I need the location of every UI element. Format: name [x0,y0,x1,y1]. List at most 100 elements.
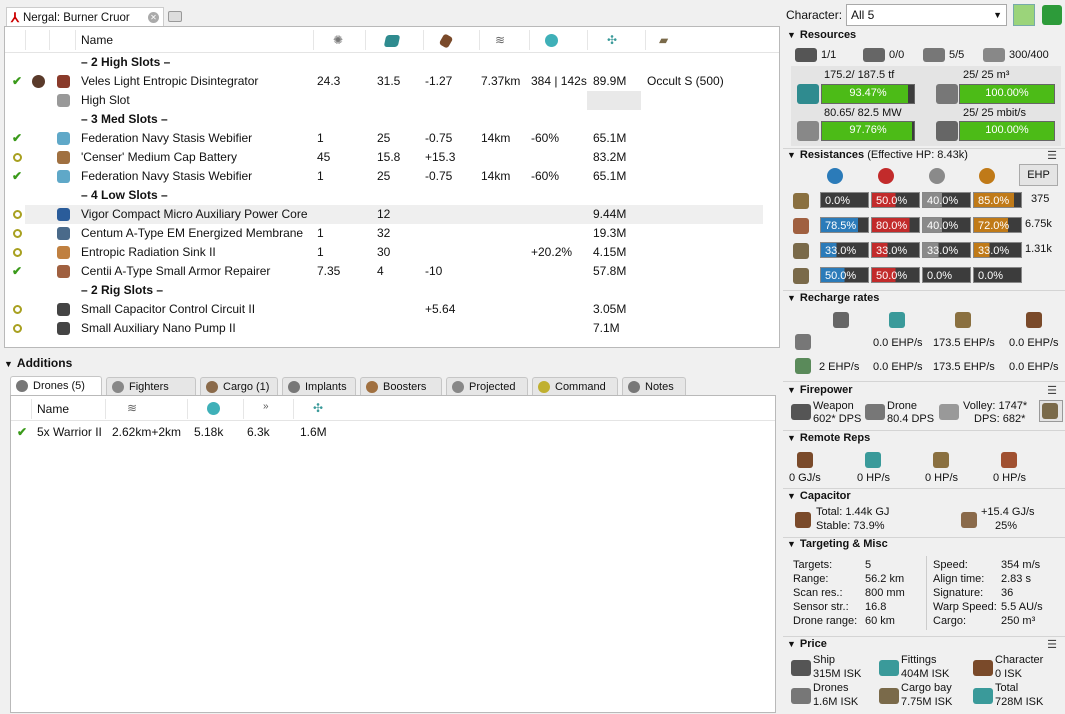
module-stat-a: 1 [317,245,324,259]
skills-book-icon[interactable] [1042,5,1062,25]
module-stat-f: 89.9M [593,74,627,88]
active-check-icon[interactable]: ✔ [12,72,22,91]
fighters-icon [112,381,124,393]
slot-group-label: – 2 Rig Slots – [81,283,164,297]
cpu-percent: 93.47% [849,87,887,99]
drone-velocity-column-icon[interactable]: » [263,401,269,412]
firepower-header[interactable]: ▼ Firepower [787,384,853,396]
resources-header[interactable]: ▼ Resources [787,29,856,41]
resist-cell: 0.0% [973,267,1022,283]
reinforced-hull-rate: 173.5 EHP/s [933,337,995,349]
price-label: Ship [813,654,836,666]
drone-price-column-icon[interactable]: ✣ [313,401,323,415]
additions-tab-fighters[interactable]: Fighters [106,377,196,396]
collapse-arrow-icon: ▼ [4,359,13,369]
duration-column-icon[interactable] [545,27,558,53]
drone-name: 5x Warrior II [37,425,102,439]
stats-pane: Character: All 5 ▼ ▼ Resources 1/1 0/0 5/… [783,0,1065,714]
drone-range-column-icon[interactable]: ≋ [127,401,137,415]
firepower-menu-icon[interactable]: ☰ [1047,384,1057,397]
additions-header[interactable]: ▼ Additions [4,356,72,370]
module-row[interactable]: Small Capacitor Control Circuit II +5.64 3… [5,300,779,319]
price-menu-icon[interactable]: ☰ [1047,638,1057,651]
projected-icon [452,381,464,393]
capacitor-stable: Stable: 73.9% [816,520,885,532]
online-state-icon[interactable] [13,243,22,263]
damage-pattern-button[interactable] [1039,400,1063,422]
active-check-icon[interactable]: ✔ [12,262,22,281]
drone-row[interactable]: ✔ 5x Warrior II 2.62km+2km 5.18k 6.3k 1.… [11,423,775,442]
drone-bay-capacity: 300/400 [983,48,1049,62]
price-value: 0 ISK [995,668,1022,680]
remote-shield-value: 0 HP/s [857,472,891,484]
shield-boost-icon [833,312,849,328]
new-tab-icon[interactable] [168,11,182,22]
capacitor-column-icon[interactable] [438,27,454,53]
module-row[interactable]: ✔ Federation Navy Stasis Webifier 1 25 -0.75… [5,129,779,148]
resist-cell: 33.0% [871,242,920,258]
active-check-icon[interactable]: ✔ [12,129,22,148]
module-row[interactable]: ✔ Centii A-Type Small Armor Repairer 7.35 4… [5,262,779,281]
remote-reps-header[interactable]: ▼ Remote Reps [787,432,870,444]
active-check-icon[interactable]: ✔ [17,423,27,442]
capacitor-total: Total: 1.44k GJ [816,506,890,518]
firepower-title: Firepower [799,384,853,396]
refresh-character-icon[interactable] [1013,4,1035,26]
additions-tab-projected[interactable]: Projected [446,377,528,396]
drone-bay-volume-percent: 100.00% [985,87,1029,99]
ammo-column-icon[interactable]: ▰ [659,27,668,53]
additions-tab-drones[interactable]: Drones (5) [10,376,102,396]
module-row[interactable]: 'Censer' Medium Cap Battery 45 15.8 +15.3 83… [5,148,779,167]
online-state-icon[interactable] [13,148,22,168]
module-row[interactable]: Centum A-Type EM Energized Membrane 1 32 19… [5,224,779,243]
ehp-toggle-button[interactable]: EHP [1019,164,1058,186]
targeting-label: Sensor str.: [793,601,849,613]
fit-tab[interactable]: ⅄ Nergal: Burner Cruor ✕ [6,7,164,27]
online-state-icon[interactable] [13,205,22,225]
character-select[interactable]: All 5 ▼ [846,4,1007,26]
additions-tab-implants[interactable]: Implants [282,377,356,396]
recharge-rates-header[interactable]: ▼ Recharge rates [787,292,879,304]
active-check-icon[interactable]: ✔ [12,167,22,186]
column-name-header[interactable]: Name [81,27,113,53]
kinetic-damage-icon [929,168,945,184]
capacitor-header[interactable]: ▼ Capacitor [787,490,851,502]
additions-tab-boosters[interactable]: Boosters [360,377,442,396]
online-state-icon[interactable] [13,319,22,339]
module-row[interactable]: ✔ Veles Light Entropic Disintegrator 24.3 3… [5,72,779,91]
module-name: Vigor Compact Micro Auxiliary Power Core [81,207,308,221]
module-row[interactable]: Entropic Radiation Sink II 1 30 +20.2% 4.15M [5,243,779,262]
module-row[interactable]: Small Auxiliary Nano Pump II 7.1M [5,319,779,338]
drone-speed-column-icon[interactable] [207,401,220,416]
damage-profile-icon [793,268,809,284]
additions-tab-notes[interactable]: Notes [622,377,686,396]
module-stat-b: 4 [377,264,384,278]
additions-tab-command[interactable]: Command [532,377,618,396]
misc-label: Cargo: [933,615,967,627]
targeting-header[interactable]: ▼ Targeting & Misc [787,538,888,550]
online-state-icon[interactable] [13,224,22,244]
shield-layer-icon [793,193,809,209]
additions-tab-label: Boosters [383,381,427,393]
cpu-column-icon[interactable]: ✺ [333,27,343,53]
additions-tab-cargo[interactable]: Cargo (1) [200,377,278,396]
drone-name-header[interactable]: Name [37,402,69,416]
close-icon[interactable]: ✕ [148,12,159,23]
module-stat-b: 31.5 [377,74,401,88]
weapon-dps: 602* DPS [813,413,862,425]
powergrid-column-icon[interactable] [383,27,401,53]
slot-group-header: – 2 High Slots – [5,53,779,72]
range-column-icon[interactable]: ≋ [495,27,505,53]
price-column-icon[interactable]: ✣ [607,27,617,53]
price-header[interactable]: ▼ Price [787,638,827,650]
price-value: 7.75M ISK [901,696,953,708]
online-state-icon[interactable] [13,300,22,320]
empty-slot-row[interactable]: High Slot [5,91,779,110]
resistances-menu-icon[interactable]: ☰ [1047,149,1057,162]
module-row[interactable]: ✔ Federation Navy Stasis Webifier 1 25 -0.75… [5,167,779,186]
online-dot [13,305,22,314]
fitting-pane: ⅄ Nergal: Burner Cruor ✕ Name ✺ ≋ ✣ ▰ – … [0,0,783,714]
module-row[interactable]: Vigor Compact Micro Auxiliary Power Core… [13,205,763,224]
module-stat-a: 1 [317,226,324,240]
resistances-header[interactable]: ▼ Resistances (Effective HP: 8.43k) [787,149,968,161]
